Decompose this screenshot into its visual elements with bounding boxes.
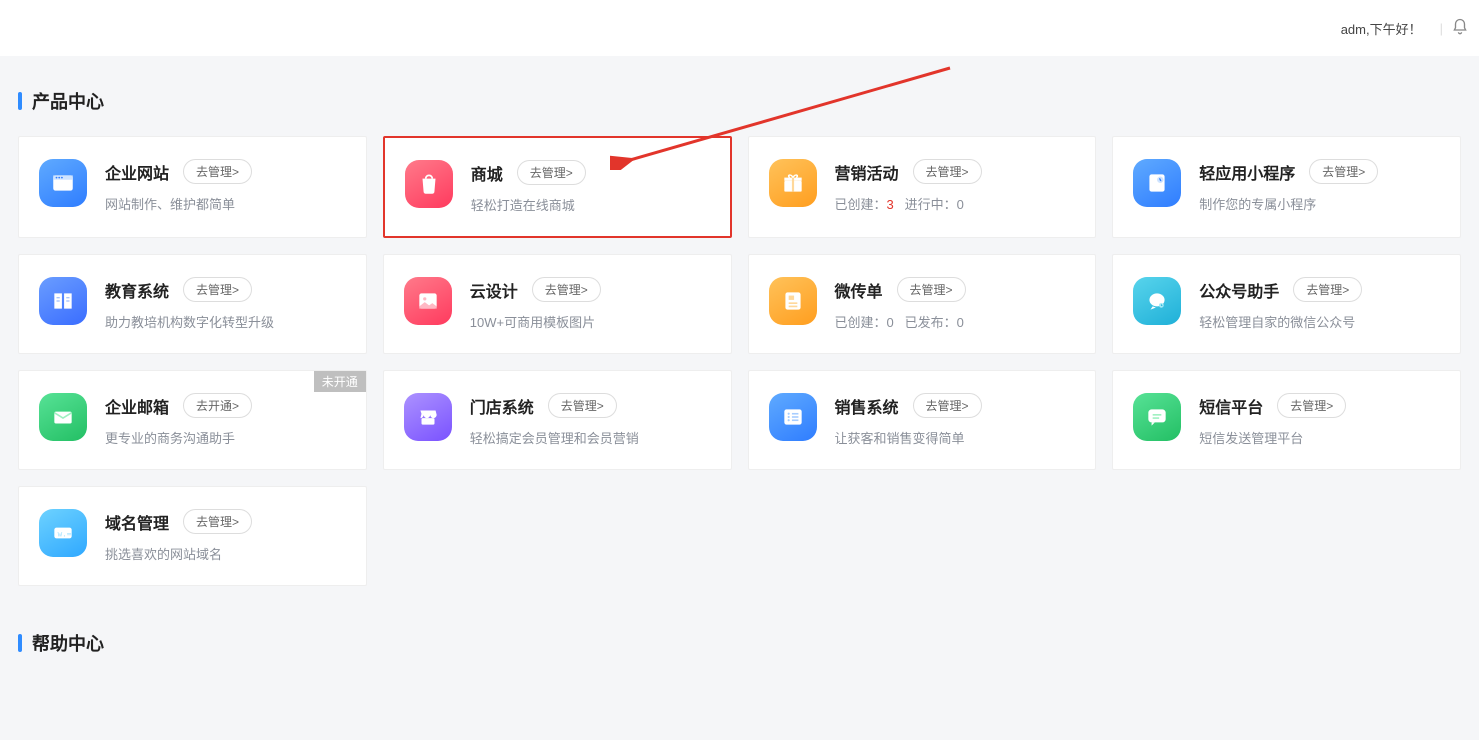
manage-button[interactable]: 去管理> [517, 160, 586, 185]
card-mall[interactable]: 商城 去管理> 轻松打造在线商城 [383, 136, 732, 238]
stat-label: 已创建： [835, 315, 887, 330]
book-icon [39, 277, 87, 325]
stat-label: 已发布： [905, 315, 957, 330]
card-desc: 挑选喜欢的网站域名 [105, 544, 346, 563]
card-title: 公众号助手 [1199, 278, 1279, 302]
card-desc: 轻松搞定会员管理和会员营销 [470, 428, 711, 447]
manage-button[interactable]: 去管理> [183, 277, 252, 302]
card-email[interactable]: 未开通 企业邮箱 去开通> 更专业的商务沟通助手 [18, 370, 367, 470]
card-desc: 让获客和销售变得简单 [835, 428, 1076, 447]
card-sms[interactable]: 短信平台 去管理> 短信发送管理平台 [1112, 370, 1461, 470]
stat-label: 进行中： [905, 197, 957, 212]
wechat-icon [1133, 277, 1181, 325]
stat-value: 0 [957, 197, 964, 212]
top-bar: adm,下午好！ | [0, 0, 1479, 56]
image-icon [404, 277, 452, 325]
stat-value: 3 [887, 197, 894, 212]
miniapp-icon [1133, 159, 1181, 207]
card-cloud-design[interactable]: 云设计 去管理> 10W+可商用模板图片 [383, 254, 732, 354]
manage-button[interactable]: 去管理> [1277, 393, 1346, 418]
manage-button[interactable]: 去管理> [1293, 277, 1362, 302]
card-title: 轻应用小程序 [1199, 160, 1295, 184]
bell-icon[interactable] [1451, 18, 1469, 39]
mail-icon [39, 393, 87, 441]
store-icon [404, 393, 452, 441]
card-title: 销售系统 [835, 394, 899, 418]
card-desc: 10W+可商用模板图片 [470, 312, 711, 331]
card-desc: 已创建：3 进行中：0 [835, 194, 1076, 213]
card-title: 域名管理 [105, 510, 169, 534]
card-desc: 网站制作、维护都简单 [105, 194, 346, 213]
card-title: 营销活动 [835, 160, 899, 184]
flyer-icon [769, 277, 817, 325]
card-desc: 已创建：0 已发布：0 [835, 312, 1076, 331]
card-title: 教育系统 [105, 278, 169, 302]
card-sales-system[interactable]: 销售系统 去管理> 让获客和销售变得简单 [748, 370, 1097, 470]
manage-button[interactable]: 去管理> [913, 393, 982, 418]
card-wechat-helper[interactable]: 公众号助手 去管理> 轻松管理自家的微信公众号 [1112, 254, 1461, 354]
stat-value: 0 [887, 315, 894, 330]
card-title: 短信平台 [1199, 394, 1263, 418]
card-title: 微传单 [835, 278, 883, 302]
card-desc: 轻松管理自家的微信公众号 [1199, 312, 1440, 331]
stat-label: 已创建： [835, 197, 887, 212]
stat-value: 0 [957, 315, 964, 330]
website-icon [39, 159, 87, 207]
card-education[interactable]: 教育系统 去管理> 助力教培机构数字化转型升级 [18, 254, 367, 354]
status-badge: 未开通 [314, 371, 366, 392]
manage-button[interactable]: 去管理> [183, 509, 252, 534]
manage-button[interactable]: 去管理> [897, 277, 966, 302]
card-title: 门店系统 [470, 394, 534, 418]
card-desc: 更专业的商务沟通助手 [105, 428, 346, 447]
domain-icon: w.= [39, 509, 87, 557]
manage-button[interactable]: 去管理> [183, 159, 252, 184]
section-title-products: 产品中心 [18, 88, 1461, 114]
card-desc: 短信发送管理平台 [1199, 428, 1440, 447]
card-store-system[interactable]: 门店系统 去管理> 轻松搞定会员管理和会员营销 [383, 370, 732, 470]
card-desc: 轻松打造在线商城 [471, 195, 710, 214]
manage-button[interactable]: 去管理> [548, 393, 617, 418]
card-desc: 助力教培机构数字化转型升级 [105, 312, 346, 331]
manage-button[interactable]: 去管理> [1309, 159, 1378, 184]
manage-button[interactable]: 去管理> [913, 159, 982, 184]
card-title: 企业网站 [105, 160, 169, 184]
card-title: 企业邮箱 [105, 394, 169, 418]
open-button[interactable]: 去开通> [183, 393, 252, 418]
divider: | [1440, 21, 1443, 36]
shop-icon [405, 160, 453, 208]
chat-icon [1133, 393, 1181, 441]
card-enterprise-site[interactable]: 企业网站 去管理> 网站制作、维护都简单 [18, 136, 367, 238]
manage-button[interactable]: 去管理> [532, 277, 601, 302]
card-domain[interactable]: w.= 域名管理 去管理> 挑选喜欢的网站域名 [18, 486, 367, 586]
svg-text:w.=: w.= [58, 529, 72, 538]
card-title: 商城 [471, 161, 503, 185]
card-marketing[interactable]: 营销活动 去管理> 已创建：3 进行中：0 [748, 136, 1097, 238]
gift-icon [769, 159, 817, 207]
section-title-help: 帮助中心 [18, 630, 1461, 656]
card-flyer[interactable]: 微传单 去管理> 已创建：0 已发布：0 [748, 254, 1097, 354]
user-greeting: adm,下午好！ [1341, 19, 1422, 38]
card-title: 云设计 [470, 278, 518, 302]
card-desc: 制作您的专属小程序 [1199, 194, 1440, 213]
products-grid: 企业网站 去管理> 网站制作、维护都简单 商城 去管理> 轻松打造在线商城 [18, 136, 1461, 586]
list-icon [769, 393, 817, 441]
card-miniapp[interactable]: 轻应用小程序 去管理> 制作您的专属小程序 [1112, 136, 1461, 238]
